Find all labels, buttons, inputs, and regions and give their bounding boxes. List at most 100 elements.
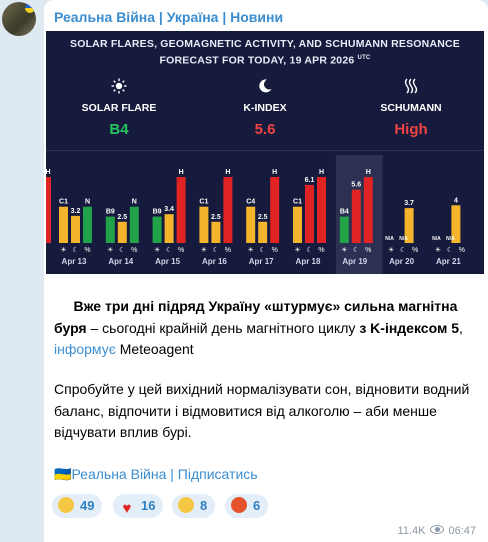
day-symbol: ☀ (201, 246, 207, 254)
schumann-bar (176, 177, 186, 243)
schumann-bar (83, 206, 92, 243)
kindex-bar-label: 6.1 (305, 177, 315, 184)
extra-left-bar (46, 177, 51, 243)
solar-bar-label: B9 (106, 209, 115, 216)
schumann-bar-label: H (225, 169, 230, 176)
indicator-label: SCHUMANN (380, 102, 442, 114)
solar-bar-label: C4 (246, 199, 255, 206)
channel-avatar[interactable] (2, 2, 36, 36)
day-symbol: ☾ (400, 246, 406, 254)
waves-icon (403, 78, 419, 94)
indicator-value: High (394, 121, 428, 138)
day-label: Apr 18 (296, 257, 321, 266)
schumann-bar (223, 177, 233, 243)
day-symbol: ☾ (353, 246, 359, 254)
day-symbol: % (225, 247, 231, 254)
message-bubble: Реальна Війна | Україна | Новини SOLAR F… (44, 0, 488, 542)
channel-name[interactable]: Реальна Війна | Україна | Новини (54, 9, 283, 25)
indicator-label: SOLAR FLARE (81, 102, 157, 114)
day-symbol: ☀ (341, 246, 347, 254)
eye-icon (430, 525, 445, 534)
forecast-separator (46, 150, 484, 151)
schumann-bar-label: H (319, 169, 324, 176)
day-label: Apr 14 (108, 257, 133, 266)
kindex-bar-label: 2.5 (258, 214, 268, 221)
solar-bar-label: C1 (199, 199, 208, 206)
forecast-title: SOLAR FLARES, GEOMAGNETIC ACTIVITY, AND … (70, 38, 460, 67)
day-symbol: ☀ (248, 246, 254, 254)
day-symbol: % (131, 247, 137, 254)
day-symbol: ☾ (306, 246, 312, 254)
ukraine-flag-icon (25, 3, 35, 13)
crying-face-icon (58, 497, 74, 513)
solar-bar (246, 206, 256, 243)
schumann-na-label: N/A (446, 236, 455, 242)
schumann-bar-label: H (179, 169, 184, 176)
indicator-value: B4 (109, 121, 129, 138)
schumann-bar-label: H (272, 169, 277, 176)
day-symbol: ☾ (119, 246, 125, 254)
day-symbol: % (178, 247, 184, 254)
reaction-angry[interactable]: 6 (225, 494, 269, 518)
solar-bar (105, 216, 115, 243)
solar-bar (293, 206, 302, 243)
solar-bar (339, 216, 349, 243)
ukraine-flag-emoji: 🇺🇦 (54, 466, 72, 482)
solar-bar (152, 216, 162, 243)
message-meta: 11.4K 06:47 (398, 525, 476, 537)
day-label: Apr 15 (155, 257, 180, 266)
solar-bar-label: C1 (293, 199, 302, 206)
reaction-crying[interactable]: 49 (52, 494, 103, 518)
post-paragraph-2: Спробуйте у цей вихідний нормалізувати с… (54, 381, 470, 440)
post-paragraph-1: Вже три дні підряд Україну «штурмує» сил… (54, 298, 463, 357)
indicator-value: 5.6 (254, 121, 276, 138)
kindex-bar (305, 184, 314, 243)
forecast-chart-svg: HC13.2N☀ ☾ %Apr 13B92.5N☀ ☾ %Apr 14B9 3.4H☀ ☾%… (46, 155, 465, 274)
day-symbol: % (318, 247, 324, 254)
message-time: 06:47 (448, 525, 476, 537)
sun-icon (111, 78, 127, 94)
day-label: Apr 17 (249, 257, 274, 266)
angry-face-icon (231, 497, 247, 513)
schumann-bar-label: N (85, 199, 90, 206)
moon-icon (257, 78, 273, 94)
kindex-bar (117, 221, 127, 243)
schumann-bar (129, 206, 139, 243)
subscribe-link[interactable]: 🇺🇦Реальна Війна | Підписатись (54, 466, 258, 483)
reaction-grin[interactable]: 8 (172, 494, 216, 518)
extra-left-bar-label: H (46, 169, 51, 176)
kindex-bar (164, 214, 174, 243)
kindex-bar-label: 3.4 (164, 206, 174, 213)
source-link[interactable]: інформує (54, 341, 116, 357)
day-label: Apr 16 (202, 257, 227, 266)
day-label: Apr 21 (436, 257, 461, 266)
kindex-bar-label: 2.5 (117, 214, 127, 221)
day-symbol: ☾ (213, 246, 219, 254)
day-symbol: ☀ (154, 246, 160, 254)
reaction-heart[interactable]: ♥ 16 (113, 494, 164, 518)
forecast-image[interactable]: SOLAR FLARES, GEOMAGNETIC ACTIVITY, AND … (46, 31, 484, 274)
view-count: 11.4K (397, 525, 426, 537)
day-label: Apr 13 (62, 257, 87, 266)
day-symbol: ☾ (72, 246, 78, 254)
schumann-na-label: N/A (385, 236, 394, 242)
day-symbol: ☀ (107, 246, 113, 254)
kindex-bar-label: 3.2 (71, 208, 81, 215)
solar-bar-label: B9 (153, 209, 162, 216)
day-symbol: % (412, 247, 418, 254)
schumann-bar (317, 177, 326, 243)
schumann-na-label: N/A (399, 236, 408, 242)
forecast-chart: H C1 3.2 N ☀ ☾% Apr 13 B9 2.5 N ☀ ☾% Apr 14 B9 3.4 H ☀ ☾%… (46, 155, 484, 274)
kindex-bar-label: 2.5 (211, 214, 221, 221)
solar-bar (59, 206, 68, 243)
indicator-label: K-INDEX (243, 102, 287, 114)
kindex-bar (211, 221, 221, 243)
kindex-bar-label: 3.7 (404, 200, 414, 207)
kindex-bar-label: 4 (454, 197, 458, 204)
grinning-face-icon (178, 497, 194, 513)
schumann-bar (270, 177, 280, 243)
day-label: Apr 20 (389, 257, 414, 266)
schumann-bar-label: H (366, 169, 371, 176)
day-symbol: ☀ (294, 246, 300, 254)
day-symbol: % (459, 247, 465, 254)
